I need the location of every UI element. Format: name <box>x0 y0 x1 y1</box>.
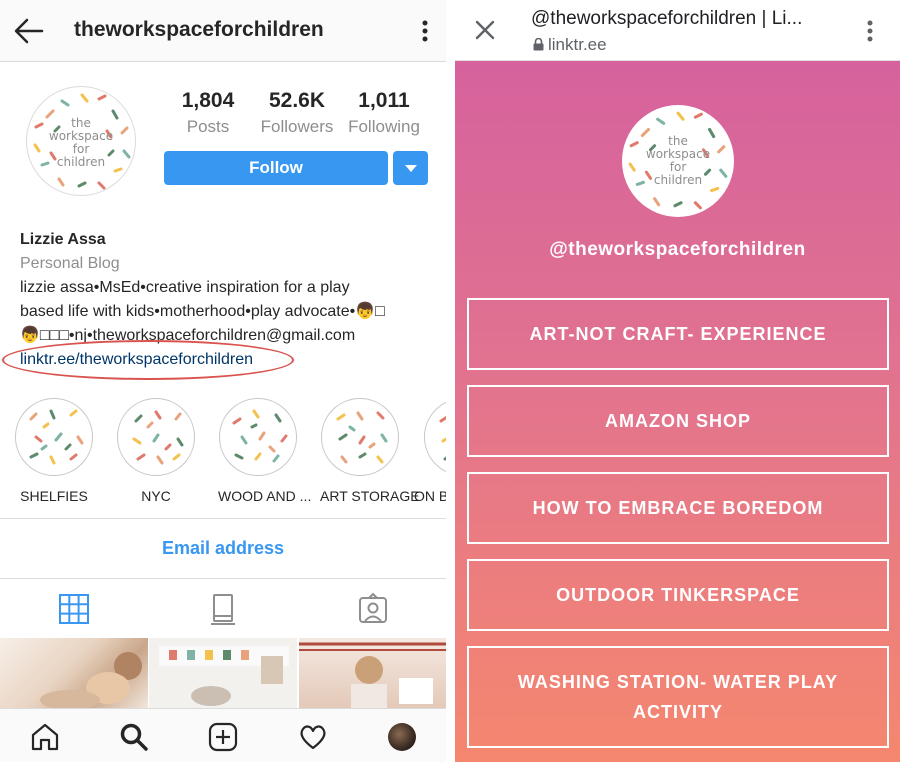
highlight-nyc[interactable]: NYC <box>116 398 196 504</box>
highlight-label: WOOD AND ... <box>218 488 312 504</box>
page-title: @theworkspaceforchildren | Li... <box>531 8 803 29</box>
highlight-label: ON B <box>414 488 446 504</box>
stat-posts[interactable]: 1,804 Posts <box>172 89 244 137</box>
instagram-profile: theworkspaceforchildren the workspace fo… <box>0 0 446 762</box>
divider <box>0 518 446 519</box>
highlight-wood[interactable]: WOOD AND ... <box>218 398 312 504</box>
highlight-on-b[interactable]: ON B <box>412 398 446 504</box>
bottom-navigation <box>0 708 446 762</box>
link-button[interactable]: ART-NOT CRAFT- EXPERIENCE <box>467 298 889 370</box>
email-address-button[interactable]: Email address <box>0 538 446 559</box>
highlight-label: NYC <box>141 488 171 504</box>
panel-separator <box>446 0 455 762</box>
heart-icon[interactable] <box>298 722 328 752</box>
profile-avatar-tab[interactable] <box>388 723 416 751</box>
highlight-cover <box>117 398 195 476</box>
bio-line-2: based life with kids•motherhood•play adv… <box>20 303 356 320</box>
stat-following[interactable]: 1,011 Following <box>344 89 424 137</box>
following-label: Following <box>348 117 420 136</box>
link-button[interactable]: HOW TO EMBRACE BOREDOM <box>467 472 889 544</box>
back-arrow-icon[interactable] <box>12 14 46 48</box>
link-button[interactable]: AMAZON SHOP <box>467 385 889 457</box>
profile-header: theworkspaceforchildren <box>0 0 446 62</box>
dropdown-triangle-icon <box>405 165 417 172</box>
close-icon[interactable] <box>473 18 497 42</box>
highlight-art-storage[interactable]: ART STORAGE <box>320 398 420 504</box>
linktree-avatar: the workspace for children <box>622 105 734 217</box>
linktree-body: the workspace for children @theworkspace… <box>455 61 900 762</box>
bio-name: Lizzie Assa <box>20 231 106 248</box>
post-grid <box>0 638 446 708</box>
post-thumbnail[interactable] <box>149 638 297 708</box>
avatar-logo-text: the workspace for children <box>48 116 114 169</box>
highlight-cover <box>424 398 446 476</box>
follow-button[interactable]: Follow <box>164 151 388 185</box>
page-url: linktr.ee <box>548 35 607 54</box>
kebab-menu-icon[interactable] <box>861 18 879 44</box>
bio-line-1: lizzie assa•MsEd•creative inspiration fo… <box>20 279 350 296</box>
emoji-icon: 👦□ <box>355 303 385 320</box>
following-count: 1,011 <box>358 89 410 112</box>
story-highlights: SHELFIES NYC WOOD AND ... ART STORAGE ON… <box>0 398 446 508</box>
kebab-menu-icon[interactable] <box>416 18 434 44</box>
divider <box>0 578 446 579</box>
followers-label: Followers <box>260 117 334 136</box>
igtv-icon[interactable] <box>206 592 240 626</box>
browser-header: @theworkspaceforchildren | Li... linktr.… <box>455 0 900 61</box>
link-button[interactable]: WASHING STATION- WATER PLAY ACTIVITY <box>467 646 889 748</box>
lock-icon <box>533 38 544 51</box>
followers-count: 52.6K <box>268 89 326 112</box>
avatar-logo-text: the workspace for children <box>645 134 711 187</box>
highlight-label: ART STORAGE <box>320 488 420 504</box>
home-icon[interactable] <box>30 722 60 752</box>
emoji-icon: 👦□□□• <box>20 327 75 344</box>
profile-avatar[interactable]: the workspace for children <box>26 86 136 196</box>
url-row[interactable]: linktr.ee <box>533 35 607 55</box>
linktree-page: @theworkspaceforchildren | Li... linktr.… <box>455 0 900 762</box>
bio-category: Personal Blog <box>20 255 120 272</box>
post-thumbnail[interactable] <box>0 638 148 708</box>
suggested-dropdown-button[interactable] <box>393 151 428 185</box>
annotation-circle <box>2 340 294 380</box>
posts-label: Posts <box>186 117 230 136</box>
add-post-icon[interactable] <box>208 722 238 752</box>
highlight-cover <box>321 398 399 476</box>
linktree-handle: @theworkspaceforchildren <box>549 239 806 260</box>
profile-username: theworkspaceforchildren <box>74 18 324 41</box>
search-icon[interactable] <box>119 722 149 752</box>
posts-count: 1,804 <box>181 89 235 112</box>
highlight-cover <box>15 398 93 476</box>
highlight-cover <box>219 398 297 476</box>
highlight-label: SHELFIES <box>20 488 88 504</box>
post-thumbnail[interactable] <box>299 638 446 708</box>
stat-followers[interactable]: 52.6K Followers <box>254 89 340 137</box>
tagged-icon[interactable] <box>356 592 390 626</box>
profile-tabs <box>0 580 446 636</box>
bio-line-2-row: based life with kids•motherhood•play adv… <box>20 300 430 324</box>
highlight-shelfies[interactable]: SHELFIES <box>14 398 94 504</box>
grid-icon[interactable] <box>57 592 91 626</box>
link-button[interactable]: OUTDOOR TINKERSPACE <box>467 559 889 631</box>
